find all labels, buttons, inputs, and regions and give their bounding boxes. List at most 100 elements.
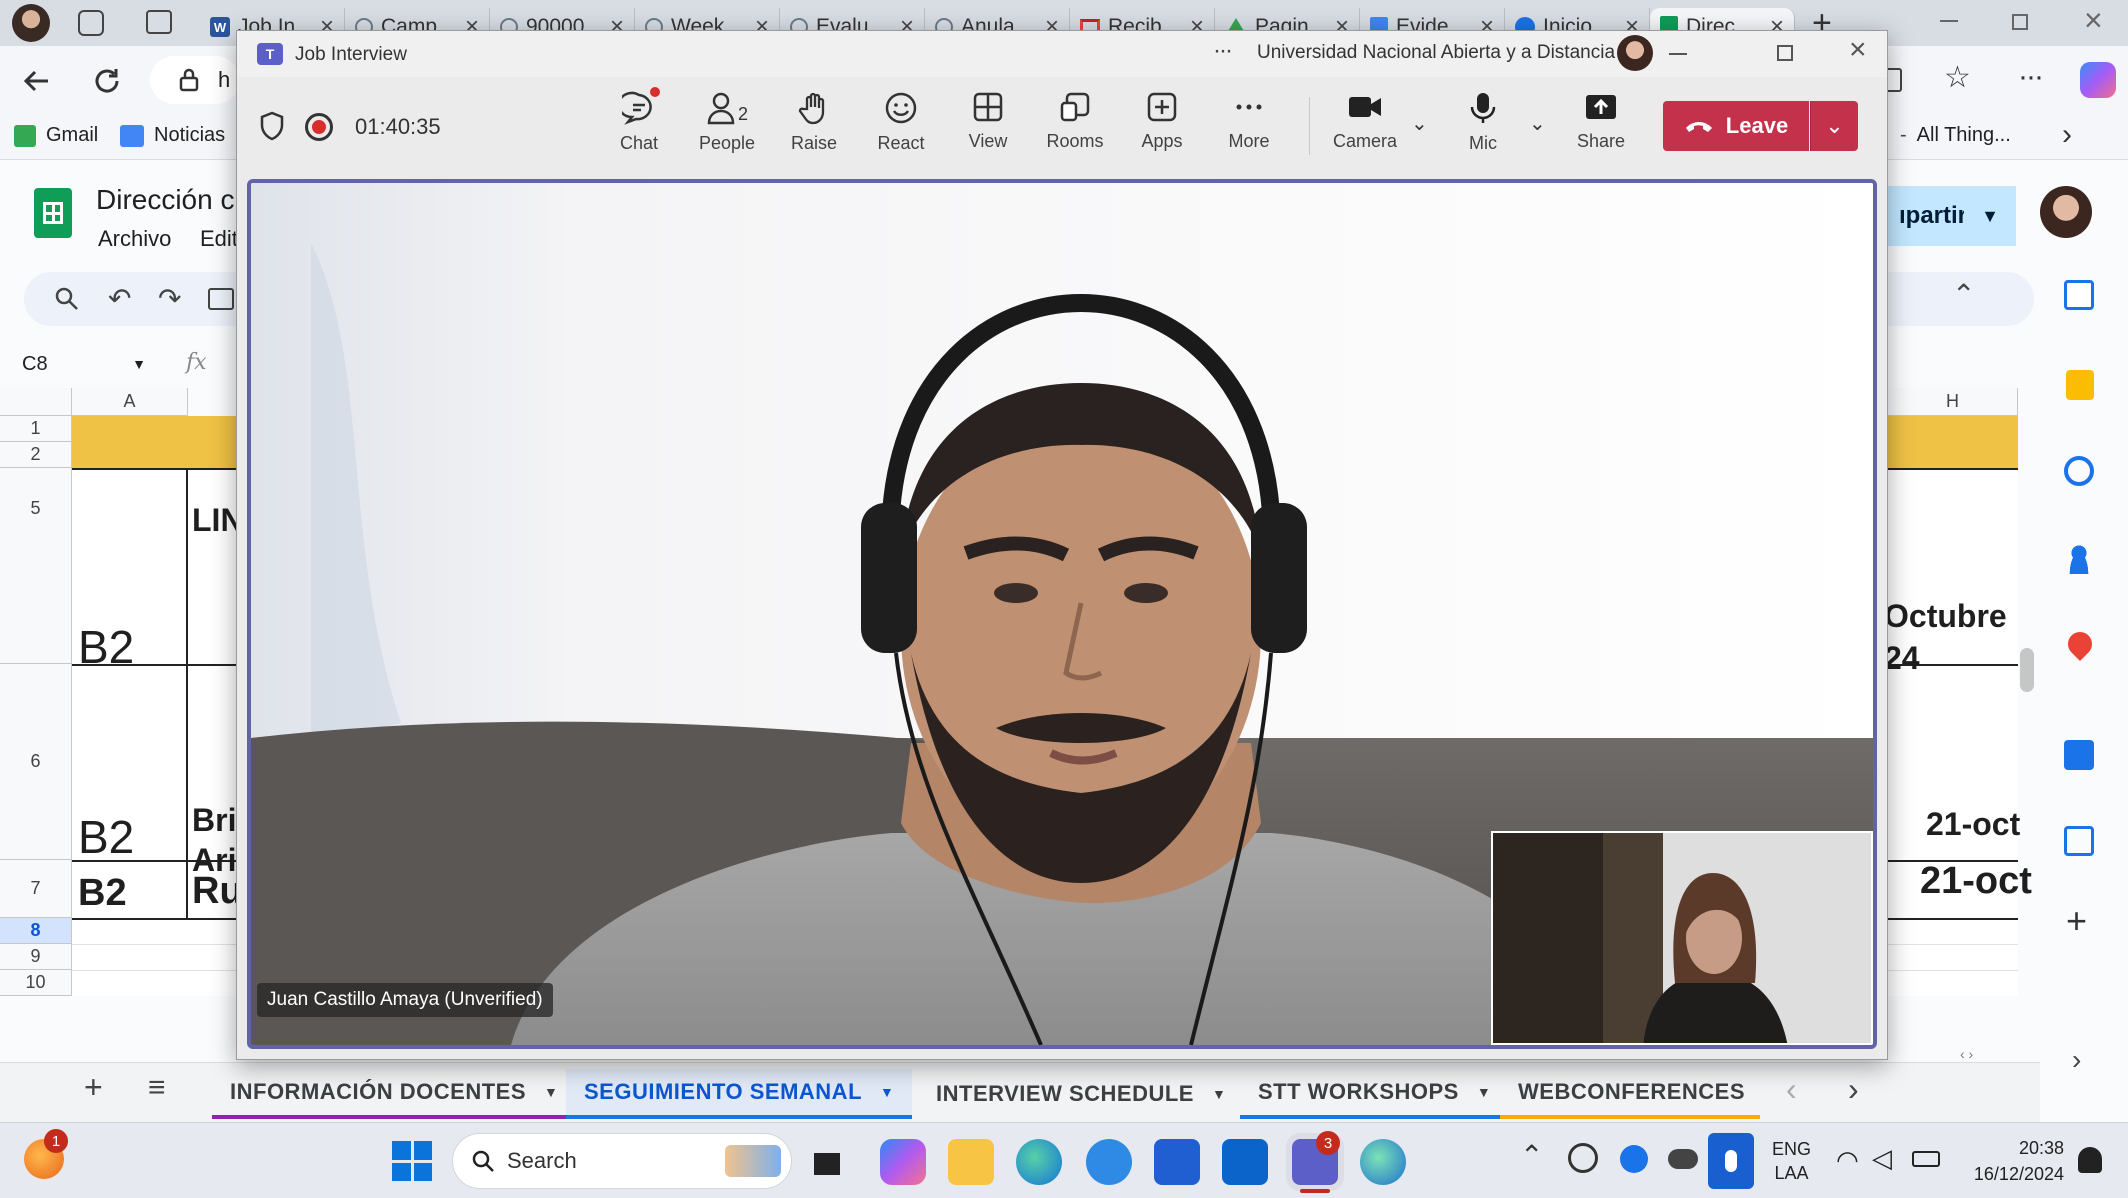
chevron-right-icon[interactable]: ›	[2062, 118, 2072, 152]
maps-icon[interactable]	[2063, 627, 2097, 661]
self-view-video[interactable]	[1491, 831, 1873, 1045]
row-header-selected[interactable]: 8	[0, 918, 72, 944]
cell-date[interactable]: 21-oct	[1926, 806, 2020, 843]
chevron-down-icon[interactable]: ▼	[1212, 1086, 1226, 1102]
bookmark-gmail[interactable]: Gmail	[14, 124, 98, 147]
people-button[interactable]: 2 People	[687, 91, 767, 154]
cell-level[interactable]: B2	[78, 872, 127, 915]
row-header[interactable]: 6	[0, 664, 72, 860]
row-header[interactable]: 10	[0, 970, 72, 996]
rooms-button[interactable]: Rooms	[1035, 91, 1115, 152]
file-explorer-icon[interactable]	[948, 1139, 994, 1185]
camera-options-chevron-icon[interactable]: ⌄	[1411, 111, 1428, 136]
close-browser-button[interactable]: ×	[2084, 2, 2103, 39]
row-header[interactable]: 5	[0, 468, 72, 664]
chevron-down-icon[interactable]: ▼	[1477, 1084, 1491, 1100]
start-button[interactable]	[392, 1141, 432, 1181]
account-avatar[interactable]	[2040, 186, 2092, 238]
onedrive-icon[interactable]	[1668, 1149, 1698, 1169]
main-video-stage[interactable]: Juan Castillo Amaya (Unverified)	[247, 179, 1877, 1049]
addon-icon[interactable]	[2064, 740, 2094, 770]
favorites-star-icon[interactable]: ☆	[1944, 60, 1971, 95]
all-sheets-button[interactable]: ≡	[148, 1071, 166, 1105]
bookmark-noticias[interactable]: Noticias	[120, 124, 225, 147]
leave-button[interactable]: Leave	[1663, 101, 1809, 151]
leave-options-button[interactable]: ⌄	[1810, 101, 1858, 151]
chevron-down-icon[interactable]: ▼	[544, 1084, 558, 1100]
cell-date[interactable]: 24	[1884, 640, 1920, 677]
name-box[interactable]: C8 ▼	[10, 344, 158, 384]
show-hidden-icons[interactable]: ⌃	[1520, 1139, 1543, 1172]
battery-icon[interactable]	[1912, 1151, 1940, 1167]
column-header-a[interactable]: A	[72, 388, 188, 416]
user-avatar[interactable]	[1617, 35, 1653, 71]
column-header-h[interactable]: H	[1888, 388, 2018, 416]
cell-text[interactable]: Bri	[192, 802, 236, 839]
minimize-teams-button[interactable]	[1669, 53, 1687, 55]
help-icon[interactable]	[1086, 1139, 1132, 1185]
scroll-tabs-left[interactable]: ‹	[1786, 1071, 1797, 1108]
add-addon-icon[interactable]: +	[2066, 900, 2087, 942]
clock[interactable]: 20:38 16/12/2024	[1960, 1135, 2064, 1187]
sheets-logo-icon[interactable]	[34, 188, 72, 238]
mic-button[interactable]: Mic	[1443, 91, 1523, 154]
refresh-icon[interactable]	[92, 66, 122, 96]
task-view-icon[interactable]	[806, 1139, 852, 1185]
mic-in-use-icon[interactable]	[1708, 1133, 1754, 1189]
input-language[interactable]: ENG LAA	[1772, 1137, 1811, 1185]
mic-options-chevron-icon[interactable]: ⌄	[1529, 111, 1546, 136]
menu-archivo[interactable]: Archivo	[98, 226, 171, 252]
more-button[interactable]: More	[1209, 91, 1289, 152]
workspaces-icon[interactable]	[78, 10, 104, 36]
select-all-corner[interactable]	[0, 388, 72, 416]
sheet-tab-webconferences[interactable]: WEBCONFERENCES▼	[1500, 1069, 1760, 1119]
security-icon[interactable]	[1620, 1145, 1648, 1173]
close-teams-button[interactable]: ×	[1849, 33, 1867, 67]
minimize-browser-button[interactable]	[1940, 20, 1958, 22]
apps-button[interactable]: Apps	[1122, 91, 1202, 152]
edge-profile-icon[interactable]	[1360, 1139, 1406, 1185]
title-more-icon[interactable]: ···	[1213, 37, 1233, 65]
browser-menu-icon[interactable]: ···	[2018, 60, 2044, 94]
cell-level[interactable]: B2	[78, 810, 134, 864]
cell-level[interactable]: B2	[78, 620, 134, 674]
vertical-scrollbar[interactable]	[2020, 648, 2034, 692]
volume-icon[interactable]: ◁	[1872, 1143, 1892, 1174]
copilot-taskbar-icon[interactable]	[880, 1139, 926, 1185]
scroll-tabs-right[interactable]: ›	[1848, 1071, 1859, 1108]
sheet-tab-interview-schedule[interactable]: INTERVIEW SCHEDULE ▼	[918, 1069, 1244, 1119]
share-screen-button[interactable]: Share	[1561, 91, 1641, 152]
keep-icon[interactable]	[2066, 370, 2094, 400]
taskbar-search[interactable]: Search	[452, 1133, 792, 1189]
profile-avatar[interactable]	[12, 4, 50, 42]
sheet-tab-seguimiento-semanal[interactable]: SEGUIMIENTO SEMANAL ▼	[566, 1069, 913, 1119]
raise-hand-button[interactable]: Raise	[774, 91, 854, 154]
row-header[interactable]: 9	[0, 944, 72, 970]
sheet-tab-stt-workshops[interactable]: STT WORKSHOPS ▼	[1240, 1069, 1510, 1119]
tab-actions-icon[interactable]	[146, 10, 172, 34]
view-button[interactable]: View	[948, 91, 1028, 152]
cell-date[interactable]: Octubre	[1884, 598, 2007, 635]
store-icon[interactable]	[1154, 1139, 1200, 1185]
chat-button[interactable]: Chat	[599, 87, 679, 154]
menu-editar[interactable]: Edit	[200, 226, 238, 252]
doc-title[interactable]: Dirección c	[96, 184, 234, 216]
redo-icon[interactable]: ↷	[158, 282, 181, 315]
sync-icon[interactable]	[1568, 1143, 1598, 1173]
chevron-down-icon[interactable]: ▼	[880, 1084, 894, 1100]
sheet-tab-informacion-docentes[interactable]: INFORMACIÓN DOCENTES ▼	[212, 1069, 577, 1119]
maximize-teams-button[interactable]	[1777, 45, 1793, 61]
row-header[interactable]: 1	[0, 416, 72, 442]
react-button[interactable]: React	[861, 91, 941, 154]
url-field[interactable]: h	[150, 56, 240, 104]
edge-icon[interactable]	[1016, 1139, 1062, 1185]
print-icon[interactable]	[208, 288, 234, 310]
undo-icon[interactable]: ↶	[108, 282, 131, 315]
cell-date[interactable]: 21-oct	[1920, 860, 2032, 903]
collapse-toolbar-icon[interactable]: ⌃	[1952, 278, 1975, 311]
search-menus-icon[interactable]	[54, 286, 80, 312]
wifi-icon[interactable]: ◠	[1836, 1145, 1859, 1176]
horizontal-scrollbar[interactable]: ‹ ›	[1960, 1046, 2020, 1062]
bookmark-all-things[interactable]: - All Thing...	[1900, 124, 2011, 147]
row-header[interactable]: 7	[0, 860, 72, 918]
